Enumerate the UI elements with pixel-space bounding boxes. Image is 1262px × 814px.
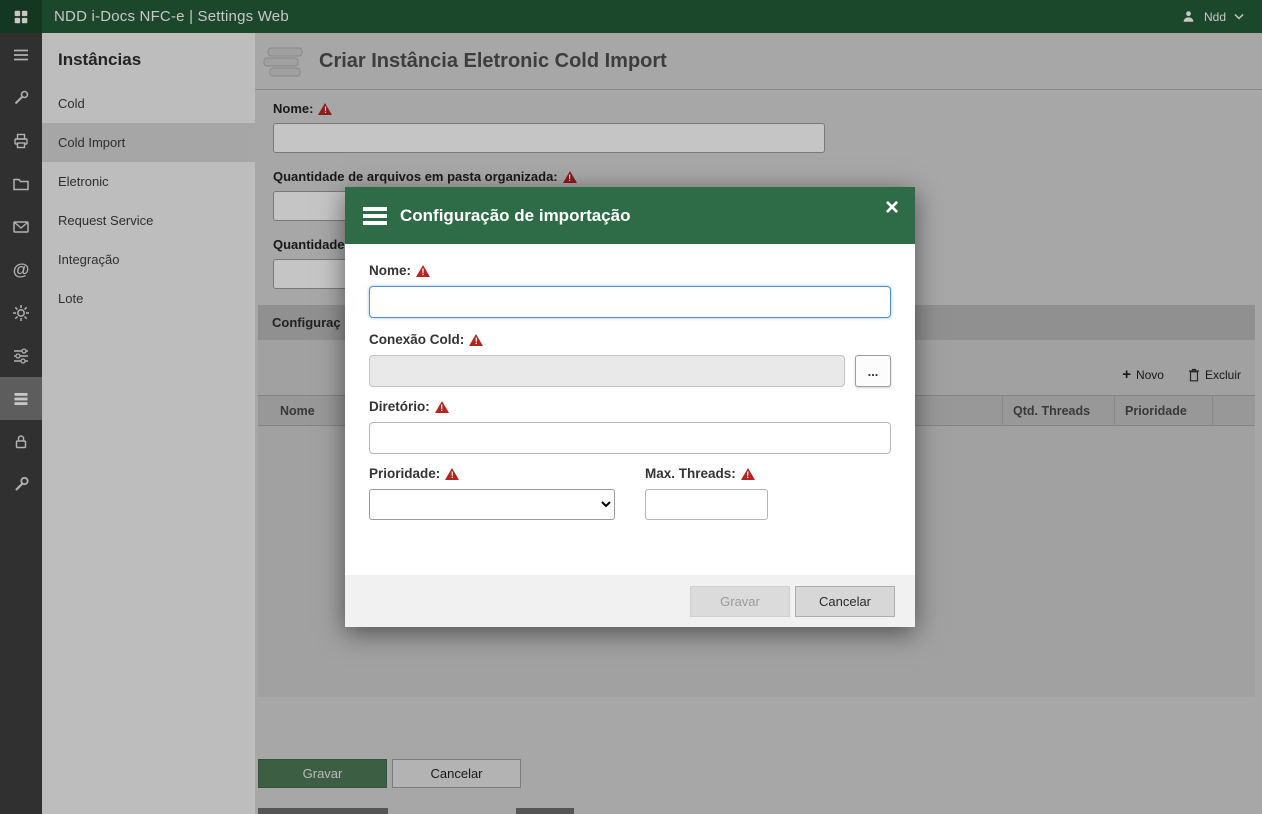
warning-icon: [416, 265, 430, 277]
modal-conexao-input: [369, 355, 845, 387]
warning-icon: [469, 334, 483, 346]
modal-nome-label: Nome:: [369, 263, 891, 278]
list-icon: [363, 207, 387, 225]
modal-gravar-button[interactable]: Gravar: [690, 586, 790, 617]
prioridade-threads-row: Prioridade: Max. Threads:: [369, 466, 891, 520]
modal-footer: Gravar Cancelar: [345, 575, 915, 627]
modal-diretorio-input[interactable]: [369, 422, 891, 454]
modal-prioridade-label: Prioridade:: [369, 466, 615, 481]
warning-icon: [741, 468, 755, 480]
modal-cancelar-button[interactable]: Cancelar: [795, 586, 895, 617]
modal-header: Configuração de importação ×: [345, 187, 915, 244]
modal-conexao-label: Conexão Cold:: [369, 332, 891, 347]
warning-icon: [435, 401, 449, 413]
field-max-threads: Max. Threads:: [645, 466, 768, 520]
close-icon[interactable]: ×: [885, 196, 899, 220]
modal-nome-input[interactable]: [369, 286, 891, 318]
max-threads-input[interactable]: [645, 489, 768, 520]
modal-title: Configuração de importação: [400, 206, 630, 226]
import-config-modal: Configuração de importação × Nome: Conex…: [345, 187, 915, 627]
modal-diretorio-label: Diretório:: [369, 399, 891, 414]
warning-icon: [445, 468, 459, 480]
conexao-row: ...: [369, 355, 891, 387]
modal-max-threads-label: Max. Threads:: [645, 466, 768, 481]
modal-body: Nome: Conexão Cold: ... Diretório: Prior…: [345, 244, 915, 520]
field-prioridade: Prioridade:: [369, 466, 615, 520]
browse-button[interactable]: ...: [855, 355, 891, 387]
prioridade-select[interactable]: [369, 489, 615, 520]
